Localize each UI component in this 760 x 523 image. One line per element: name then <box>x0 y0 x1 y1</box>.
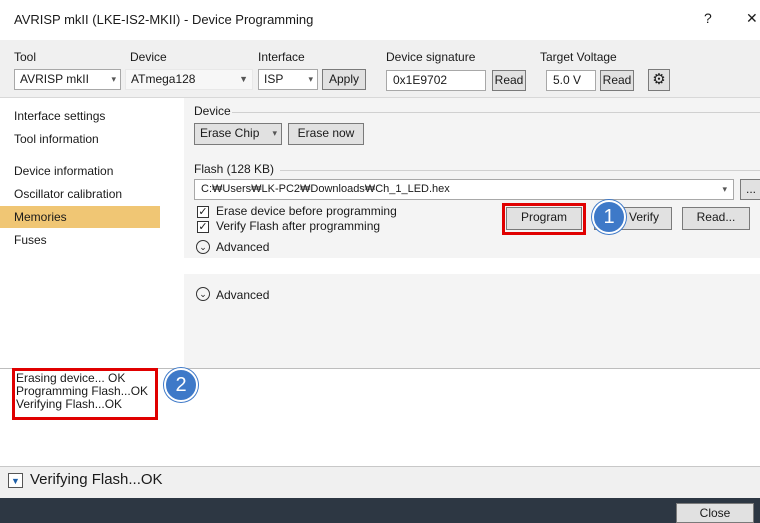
sidebar-item-oscillator-calibration[interactable]: Oscillator calibration <box>14 183 174 205</box>
toolbar: Tool AVRISP mkII ▾ Device ATmega128 ▼ In… <box>0 40 760 98</box>
divider <box>232 112 760 113</box>
interface-select[interactable]: ISP ▾ <box>258 69 318 90</box>
highlight-box <box>12 368 158 420</box>
interface-label: Interface <box>258 50 305 64</box>
interface-select-value: ISP <box>264 72 284 86</box>
device-group-title: Device <box>194 104 231 118</box>
browse-button[interactable]: ... <box>740 179 760 200</box>
gear-icon[interactable]: ⚙ <box>648 69 670 91</box>
apply-button[interactable]: Apply <box>322 69 366 90</box>
tool-select[interactable]: AVRISP mkII ▾ <box>14 69 121 90</box>
chevron-down-icon: ▾ <box>272 128 277 138</box>
voltage-field: 5.0 V <box>546 70 596 91</box>
chevron-down-icon: ▾ <box>111 74 116 84</box>
verify-after-checkbox[interactable]: ✓ <box>197 221 209 233</box>
annotation-badge-2: 2 <box>164 368 198 402</box>
sidebar-item-fuses[interactable]: Fuses <box>14 229 174 251</box>
signature-label: Device signature <box>386 50 476 64</box>
signature-read-button[interactable]: Read <box>492 70 526 91</box>
title-bar: AVRISP mkII (LKE-IS2-MKII) - Device Prog… <box>0 0 760 40</box>
erase-mode-select[interactable]: Erase Chip ▾ <box>194 123 282 145</box>
divider <box>280 170 760 171</box>
crop-gap <box>0 258 760 274</box>
expand-log-icon[interactable]: ▼ <box>8 473 23 488</box>
close-button[interactable]: Close <box>676 503 754 523</box>
chevron-down-icon[interactable]: ⌄ <box>196 287 210 301</box>
tool-select-value: AVRISP mkII <box>20 72 89 86</box>
flash-group-title: Flash (128 KB) <box>194 162 275 176</box>
sidebar-item-tool-information[interactable]: Tool information <box>14 128 174 150</box>
window-title: AVRISP mkII (LKE-IS2-MKII) - Device Prog… <box>14 12 314 27</box>
erase-before-checkbox[interactable]: ✓ <box>197 206 209 218</box>
highlight-box <box>502 203 586 235</box>
device-select[interactable]: ATmega128 ▼ <box>125 69 253 90</box>
tool-label: Tool <box>14 50 37 64</box>
sidebar: Interface settings Tool information Devi… <box>0 98 176 258</box>
flash-file-path: C:₩Users₩LK-PC2₩Downloads₩Ch_1_LED.hex <box>201 183 450 195</box>
chevron-down-icon: ▾ <box>308 74 313 84</box>
sidebar-lower <box>0 274 176 368</box>
erase-mode-value: Erase Chip <box>200 126 260 140</box>
sidebar-item-device-information[interactable]: Device information <box>14 160 174 182</box>
memories-panel-lower: ⌄ Advanced <box>184 274 760 368</box>
voltage-read-button[interactable]: Read <box>600 70 634 91</box>
advanced-toggle-lower[interactable]: Advanced <box>216 288 269 302</box>
help-button[interactable]: ? <box>704 10 712 26</box>
status-text: Verifying Flash...OK <box>30 471 163 488</box>
sidebar-item-memories[interactable]: Memories <box>0 206 160 228</box>
read-button[interactable]: Read... <box>682 207 750 230</box>
advanced-toggle[interactable]: Advanced <box>216 240 269 254</box>
device-select-value: ATmega128 <box>131 72 196 86</box>
voltage-label: Target Voltage <box>540 50 617 64</box>
chevron-down-icon: ▼ <box>239 74 248 84</box>
chevron-down-icon: ▾ <box>722 184 727 194</box>
erase-now-button[interactable]: Erase now <box>288 123 364 145</box>
footer <box>0 498 760 523</box>
chevron-down-icon[interactable]: ⌄ <box>196 240 210 254</box>
device-label: Device <box>130 50 167 64</box>
status-bar: ▼ Verifying Flash...OK <box>0 466 760 498</box>
memories-panel: Device Erase Chip ▾ Erase now Flash (128… <box>184 98 760 258</box>
annotation-badge-1: 1 <box>592 200 626 234</box>
erase-before-label: Erase device before programming <box>216 204 397 218</box>
verify-after-label: Verify Flash after programming <box>216 219 381 233</box>
signature-field: 0x1E9702 <box>386 70 486 91</box>
flash-file-combo[interactable]: C:₩Users₩LK-PC2₩Downloads₩Ch_1_LED.hex ▾ <box>194 179 734 200</box>
sidebar-item-interface-settings[interactable]: Interface settings <box>14 105 174 127</box>
close-icon[interactable]: ✕ <box>746 10 758 27</box>
